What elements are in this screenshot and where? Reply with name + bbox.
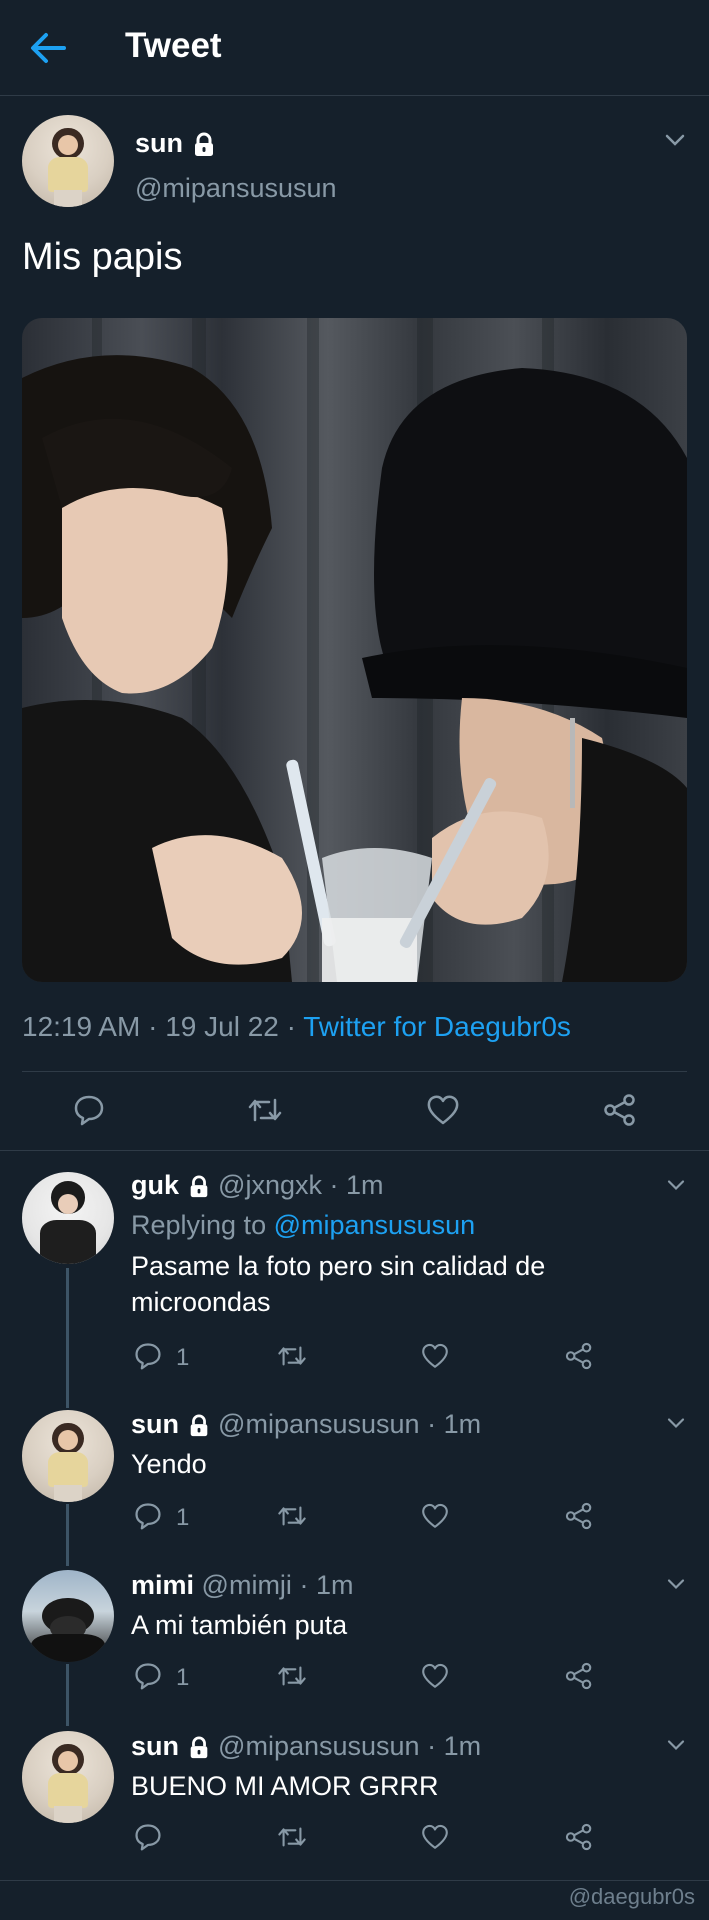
reply-avatar[interactable] <box>22 1570 114 1662</box>
share-icon[interactable] <box>564 1661 594 1691</box>
reply-name-line: mimi @mimji · 1m <box>131 1570 354 1600</box>
reply-time: 1m <box>315 1570 354 1600</box>
reply-count: 1 <box>176 1664 190 1691</box>
reply-name[interactable]: mimi <box>131 1570 194 1600</box>
reply-icon[interactable] <box>133 1341 163 1371</box>
heart-icon[interactable] <box>420 1341 450 1371</box>
meta-separator: · <box>278 1011 304 1042</box>
reply-icon[interactable] <box>72 1093 106 1127</box>
replying-label: Replying to <box>131 1210 267 1240</box>
divider <box>22 1071 687 1072</box>
replying-mention-link[interactable]: @mipansususun <box>274 1210 476 1240</box>
chevron-down-icon[interactable] <box>666 1178 686 1192</box>
reply-icon[interactable] <box>133 1822 163 1852</box>
retweet-icon[interactable] <box>246 1093 284 1127</box>
share-icon[interactable] <box>564 1501 594 1531</box>
reply-count: 1 <box>176 1504 190 1531</box>
reply-count: 1 <box>176 1344 190 1371</box>
thread-line <box>66 1504 69 1566</box>
reply-icon[interactable] <box>133 1661 163 1691</box>
tweet-meta: 12:19 AM · 19 Jul 22 · Twitter for Daegu… <box>22 1011 571 1043</box>
tweet-time: 12:19 AM <box>22 1011 141 1042</box>
lock-icon <box>190 1414 207 1437</box>
reply-avatar[interactable] <box>22 1172 114 1264</box>
retweet-icon[interactable] <box>276 1501 308 1531</box>
chevron-down-icon[interactable] <box>666 1738 686 1752</box>
reply-name-line: sun @mipansususun · 1m <box>131 1409 482 1439</box>
reply-text: BUENO MI AMOR GRRR <box>131 1771 439 1801</box>
retweet-icon[interactable] <box>276 1661 308 1691</box>
chevron-down-icon[interactable] <box>664 132 686 148</box>
chevron-down-icon[interactable] <box>666 1416 686 1430</box>
share-icon[interactable] <box>602 1093 638 1127</box>
divider <box>0 1150 709 1151</box>
reply-handle[interactable]: @mipansususun <box>218 1731 420 1761</box>
tweet-source-link[interactable]: Twitter for Daegubr0s <box>303 1011 571 1042</box>
reply-name-line: guk @jxngxk · 1m <box>131 1170 384 1200</box>
reply-icon[interactable] <box>133 1501 163 1531</box>
heart-icon[interactable] <box>420 1661 450 1691</box>
reply-handle[interactable]: @mipansususun <box>218 1409 420 1439</box>
top-bar: Tweet <box>0 0 709 96</box>
heart-icon[interactable] <box>425 1093 461 1127</box>
author-handle[interactable]: @mipansususun <box>135 173 337 204</box>
lock-icon <box>190 1736 207 1759</box>
reply-avatar[interactable] <box>22 1410 114 1502</box>
reply-name[interactable]: sun <box>131 1731 179 1761</box>
tweet-photo[interactable] <box>22 318 687 982</box>
share-icon[interactable] <box>564 1341 594 1371</box>
author-avatar[interactable] <box>22 115 114 207</box>
heart-icon[interactable] <box>420 1822 450 1852</box>
photo-content <box>22 318 687 982</box>
heart-icon[interactable] <box>420 1501 450 1531</box>
retweet-icon[interactable] <box>276 1341 308 1371</box>
reply-time: 1m <box>443 1731 482 1761</box>
author-name-line: sun <box>135 128 217 159</box>
reply-handle[interactable]: @mimji <box>202 1570 292 1600</box>
divider <box>0 1880 709 1881</box>
reply-time: 1m <box>443 1409 482 1439</box>
watermark: @daegubr0s <box>568 1884 695 1909</box>
lock-icon <box>190 1175 207 1198</box>
thread-line <box>66 1268 69 1408</box>
retweet-icon[interactable] <box>276 1822 308 1852</box>
meta-separator: · <box>140 1011 166 1042</box>
reply-text: Yendo <box>131 1449 207 1479</box>
lock-icon <box>194 132 213 156</box>
tweet-text: Mis papis <box>22 236 183 278</box>
thread-line <box>66 1664 69 1726</box>
reply-avatar[interactable] <box>22 1731 114 1823</box>
arrow-left-icon[interactable] <box>28 30 68 66</box>
reply-name[interactable]: sun <box>131 1409 179 1439</box>
page-title: Tweet <box>125 26 222 65</box>
reply-text: Pasame la foto pero sin calidad de micro… <box>131 1251 546 1317</box>
reply-name-line: sun @mipansususun · 1m <box>131 1731 482 1761</box>
chevron-down-icon[interactable] <box>666 1577 686 1591</box>
tweet-date: 19 Jul 22 <box>165 1011 279 1042</box>
reply-name[interactable]: guk <box>131 1170 179 1200</box>
reply-handle[interactable]: @jxngxk <box>218 1170 322 1200</box>
author-name[interactable]: sun <box>135 128 183 158</box>
share-icon[interactable] <box>564 1822 594 1852</box>
reply-text: A mi también puta <box>131 1610 348 1640</box>
reply-time: 1m <box>346 1170 384 1200</box>
replying-to: Replying to @mipansususun <box>131 1210 475 1241</box>
